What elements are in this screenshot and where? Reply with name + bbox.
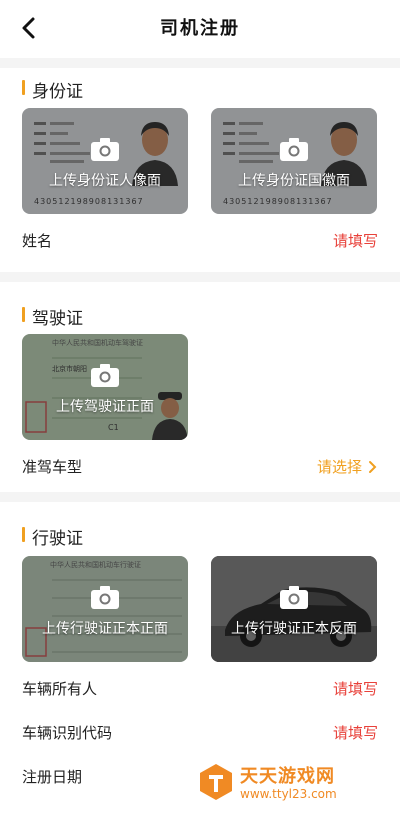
license-type-label: 准驾车型 (22, 458, 83, 476)
section-divider (0, 272, 400, 282)
vehicle-vin-input-prompt[interactable]: 请填写 (333, 722, 378, 743)
vehicle-front-upload[interactable]: 中华人民共和国机动车行驶证 上传行驶证正本正面 (22, 556, 188, 662)
camera-icon (91, 138, 119, 161)
chevron-right-icon (369, 461, 377, 473)
id-section-title: 身份证 (22, 77, 83, 102)
camera-icon (280, 586, 308, 609)
name-label: 姓名 (22, 232, 53, 250)
vehicle-owner-label: 车辆所有人 (22, 680, 98, 698)
section-divider (0, 492, 400, 502)
name-input-prompt[interactable]: 请填写 (333, 230, 378, 251)
license-front-upload[interactable]: 中华人民共和国机动车驾驶证 北京市朝阳 C1 上传驾驶证正面 (22, 334, 188, 440)
vehicle-front-caption: 上传行驶证正本正面 (42, 621, 168, 637)
watermark-url: www.ttyl23.com (240, 787, 337, 801)
watermark-title: 天天游戏网 (240, 766, 335, 787)
top-bar: 司机注册 (0, 0, 400, 56)
vehicle-owner-row[interactable]: 车辆所有人 请填写 (22, 674, 378, 704)
license-section-title: 驾驶证 (22, 304, 83, 329)
site-watermark: 天天游戏网 www.ttyl23.com (198, 758, 378, 810)
vehicle-owner-input-prompt[interactable]: 请填写 (333, 678, 378, 699)
registration-date-label: 注册日期 (22, 768, 83, 786)
vehicle-vin-label: 车辆识别代码 (22, 724, 113, 742)
camera-icon (91, 586, 119, 609)
license-type-row[interactable]: 准驾车型 请选择 (22, 452, 378, 482)
id-front-upload[interactable]: 430512198908131367 上传身份证人像面 (22, 108, 188, 214)
vehicle-section-title: 行驶证 (22, 524, 83, 549)
watermark-logo-icon (200, 764, 232, 800)
id-back-upload[interactable]: 430512198908131367 上传身份证国徽面 (211, 108, 377, 214)
vehicle-vin-row[interactable]: 车辆识别代码 请填写 (22, 718, 378, 748)
name-row[interactable]: 姓名 请填写 (22, 226, 378, 256)
vehicle-back-caption: 上传行驶证正本反面 (231, 621, 357, 637)
id-back-caption: 上传身份证国徽面 (238, 173, 350, 189)
vehicle-back-upload[interactable]: 上传行驶证正本反面 (211, 556, 377, 662)
page-title: 司机注册 (160, 18, 240, 39)
id-front-caption: 上传身份证人像面 (49, 173, 161, 189)
license-type-select[interactable]: 请选择 (317, 456, 362, 477)
license-front-caption: 上传驾驶证正面 (56, 399, 154, 415)
camera-icon (280, 138, 308, 161)
camera-icon (91, 364, 119, 387)
section-divider (0, 58, 400, 68)
